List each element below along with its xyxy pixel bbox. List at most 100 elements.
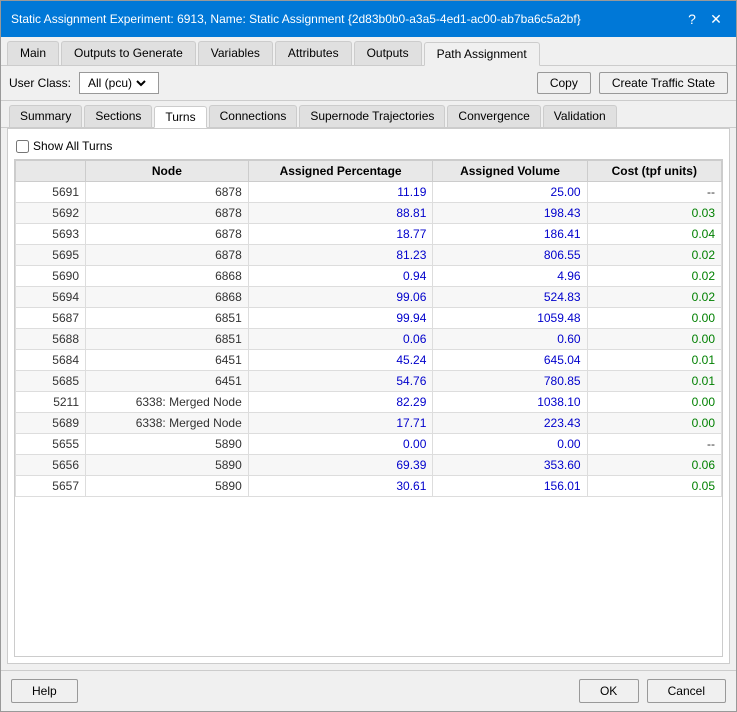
cell-cost: 0.01: [587, 350, 721, 371]
cell-cost: 0.02: [587, 245, 721, 266]
cell-id: 5690: [16, 266, 86, 287]
cell-cost: 0.00: [587, 308, 721, 329]
cell-id: 5211: [16, 392, 86, 413]
table-row[interactable]: 5691687811.1925.00--: [16, 182, 722, 203]
cell-cost: 0.00: [587, 329, 721, 350]
col-header-cost: Cost (tpf units): [587, 161, 721, 182]
subtab-turns[interactable]: Turns: [154, 106, 206, 128]
cell-assigned-percentage: 17.71: [248, 413, 433, 434]
help-button[interactable]: ?: [682, 9, 702, 29]
cell-cost: 0.06: [587, 455, 721, 476]
title-bar-controls: ? ✕: [682, 9, 726, 29]
cell-node: 6451: [86, 371, 249, 392]
tab-variables[interactable]: Variables: [198, 41, 273, 65]
cell-assigned-volume: 156.01: [433, 476, 587, 497]
cell-node: 5890: [86, 476, 249, 497]
show-all-turns-label[interactable]: Show All Turns: [33, 139, 112, 153]
cell-id: 5691: [16, 182, 86, 203]
cell-assigned-volume: 353.60: [433, 455, 587, 476]
cell-assigned-volume: 806.55: [433, 245, 587, 266]
cell-assigned-percentage: 11.19: [248, 182, 433, 203]
cell-id: 5656: [16, 455, 86, 476]
subtab-validation[interactable]: Validation: [543, 105, 617, 127]
subtab-supernode-trajectories[interactable]: Supernode Trajectories: [299, 105, 445, 127]
cell-node: 5890: [86, 455, 249, 476]
cell-assigned-volume: 780.85: [433, 371, 587, 392]
table-row[interactable]: 56896338: Merged Node17.71223.430.00: [16, 413, 722, 434]
tab-attributes[interactable]: Attributes: [275, 41, 352, 65]
cell-assigned-volume: 25.00: [433, 182, 587, 203]
help-footer-button[interactable]: Help: [11, 679, 78, 703]
table-row[interactable]: 5656589069.39353.600.06: [16, 455, 722, 476]
cell-assigned-percentage: 99.94: [248, 308, 433, 329]
cell-assigned-percentage: 54.76: [248, 371, 433, 392]
tab-outputs[interactable]: Outputs: [354, 41, 422, 65]
col-header-id: [16, 161, 86, 182]
cell-assigned-volume: 645.04: [433, 350, 587, 371]
table-row[interactable]: 5695687881.23806.550.02: [16, 245, 722, 266]
data-table-container[interactable]: Node Assigned Percentage Assigned Volume…: [14, 159, 723, 657]
cell-id: 5695: [16, 245, 86, 266]
col-header-assigned-volume: Assigned Volume: [433, 161, 587, 182]
cell-id: 5693: [16, 224, 86, 245]
content-area: Show All Turns Node Assigned Percentage …: [7, 128, 730, 664]
table-row[interactable]: 5692687888.81198.430.03: [16, 203, 722, 224]
cell-assigned-volume: 198.43: [433, 203, 587, 224]
tab-main[interactable]: Main: [7, 41, 59, 65]
toolbar: User Class: All (pcu) Car Truck Copy Cre…: [1, 66, 736, 101]
cell-assigned-percentage: 0.94: [248, 266, 433, 287]
cell-cost: --: [587, 182, 721, 203]
subtab-summary[interactable]: Summary: [9, 105, 82, 127]
cell-node: 6878: [86, 182, 249, 203]
cell-node: 6878: [86, 224, 249, 245]
subtab-connections[interactable]: Connections: [209, 105, 298, 127]
user-class-dropdown[interactable]: All (pcu) Car Truck: [79, 72, 159, 94]
table-row[interactable]: 5693687818.77186.410.04: [16, 224, 722, 245]
cell-assigned-percentage: 45.24: [248, 350, 433, 371]
tab-path-assignment[interactable]: Path Assignment: [424, 42, 540, 66]
table-row[interactable]: 52116338: Merged Node82.291038.100.00: [16, 392, 722, 413]
cell-cost: 0.00: [587, 392, 721, 413]
table-row[interactable]: 565558900.000.00--: [16, 434, 722, 455]
user-class-select-input[interactable]: All (pcu) Car Truck: [84, 75, 149, 91]
table-body: 5691687811.1925.00--5692687888.81198.430…: [16, 182, 722, 497]
col-header-assigned-percentage: Assigned Percentage: [248, 161, 433, 182]
table-row[interactable]: 5694686899.06524.830.02: [16, 287, 722, 308]
cell-assigned-volume: 4.96: [433, 266, 587, 287]
subtab-sections[interactable]: Sections: [84, 105, 152, 127]
cell-cost: 0.01: [587, 371, 721, 392]
cell-node: 6868: [86, 266, 249, 287]
tab-outputs-to-generate[interactable]: Outputs to Generate: [61, 41, 196, 65]
cell-cost: 0.00: [587, 413, 721, 434]
cell-assigned-volume: 1038.10: [433, 392, 587, 413]
close-button[interactable]: ✕: [706, 9, 726, 29]
table-row[interactable]: 5684645145.24645.040.01: [16, 350, 722, 371]
table-row[interactable]: 5685645154.76780.850.01: [16, 371, 722, 392]
table-row[interactable]: 568868510.060.600.00: [16, 329, 722, 350]
cell-cost: 0.05: [587, 476, 721, 497]
cell-assigned-percentage: 99.06: [248, 287, 433, 308]
cell-node: 6878: [86, 203, 249, 224]
subtab-convergence[interactable]: Convergence: [447, 105, 540, 127]
cell-assigned-percentage: 88.81: [248, 203, 433, 224]
cell-cost: 0.02: [587, 266, 721, 287]
cell-assigned-percentage: 0.00: [248, 434, 433, 455]
create-traffic-state-button[interactable]: Create Traffic State: [599, 72, 728, 94]
cell-id: 5687: [16, 308, 86, 329]
cell-id: 5655: [16, 434, 86, 455]
ok-button[interactable]: OK: [579, 679, 639, 703]
table-row[interactable]: 569068680.944.960.02: [16, 266, 722, 287]
cancel-button[interactable]: Cancel: [647, 679, 726, 703]
cell-cost: 0.04: [587, 224, 721, 245]
cell-id: 5685: [16, 371, 86, 392]
show-all-turns-checkbox[interactable]: [16, 140, 29, 153]
cell-id: 5689: [16, 413, 86, 434]
table-row[interactable]: 5657589030.61156.010.05: [16, 476, 722, 497]
table-row[interactable]: 5687685199.941059.480.00: [16, 308, 722, 329]
turns-table: Node Assigned Percentage Assigned Volume…: [15, 160, 722, 497]
copy-button[interactable]: Copy: [537, 72, 591, 94]
cell-node: 6338: Merged Node: [86, 392, 249, 413]
footer: Help OK Cancel: [1, 670, 736, 711]
cell-assigned-percentage: 0.06: [248, 329, 433, 350]
cell-assigned-volume: 186.41: [433, 224, 587, 245]
